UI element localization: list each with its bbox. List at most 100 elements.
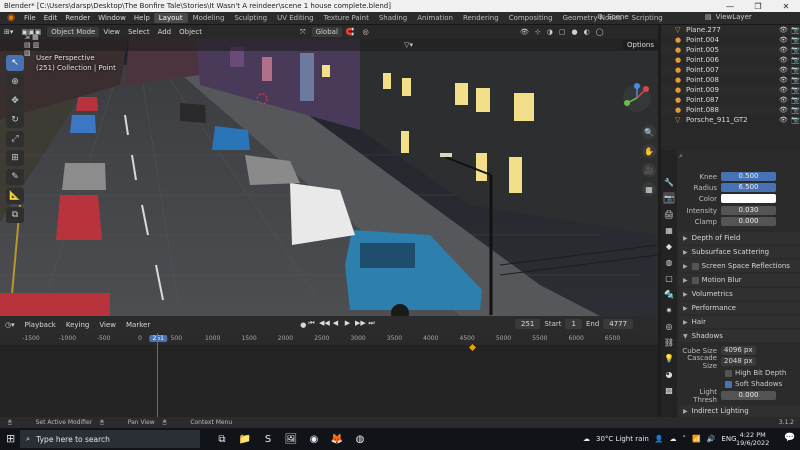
data-tab-icon[interactable]: 💡 bbox=[663, 352, 675, 364]
maximize-button[interactable]: ❐ bbox=[744, 2, 772, 11]
eye-visibility-icon[interactable]: 👁 bbox=[779, 86, 788, 94]
view-layer-name[interactable]: ViewLayer bbox=[716, 13, 752, 21]
move-tool-icon[interactable]: ✥ bbox=[6, 93, 24, 109]
render-visibility-icon[interactable]: 📷 bbox=[791, 106, 800, 114]
end-frame-field[interactable]: 4777 bbox=[603, 319, 634, 329]
section-shadows[interactable]: ▼ Shadows bbox=[679, 330, 800, 342]
outliner-item[interactable]: ● Point.008 👁 📷 bbox=[661, 75, 800, 85]
timeline-editor-icon[interactable]: ◷▾ bbox=[0, 321, 20, 329]
play-reverse-icon[interactable]: ◀ bbox=[331, 319, 340, 329]
object-tab-icon[interactable]: ▢ bbox=[663, 272, 675, 284]
tab-uv-editing[interactable]: UV Editing bbox=[272, 13, 319, 23]
physics-tab-icon[interactable]: ◎ bbox=[663, 320, 675, 332]
eye-visibility-icon[interactable]: 👁 bbox=[779, 106, 788, 114]
menu-file[interactable]: File bbox=[20, 14, 40, 22]
texture-tab-icon[interactable]: ▩ bbox=[663, 384, 675, 396]
taskbar-clock[interactable]: 4:22 PM 19/6/2022 bbox=[736, 431, 769, 447]
constraints-tab-icon[interactable]: ⛓ bbox=[663, 336, 675, 348]
perspective-grid-icon[interactable]: ▦ bbox=[642, 182, 656, 196]
timeline-view-menu[interactable]: View bbox=[94, 321, 121, 329]
section-hair[interactable]: ▶ Hair bbox=[679, 316, 800, 328]
taskbar-search[interactable]: ⌕ Type here to search bbox=[20, 430, 200, 448]
next-key-icon[interactable]: ▶▶ bbox=[355, 319, 366, 329]
section-depth-of-field[interactable]: ▶ Depth of Field bbox=[679, 232, 800, 244]
playback-menu[interactable]: Playback bbox=[20, 321, 61, 329]
language-indicator[interactable]: ENG bbox=[721, 435, 736, 443]
tab-layout[interactable]: Layout bbox=[153, 13, 188, 23]
outliner-item[interactable]: ● Point.005 👁 📷 bbox=[661, 45, 800, 55]
blender-taskbar-icon[interactable]: ◍ bbox=[352, 431, 368, 447]
filter-icon[interactable]: ▽▾ bbox=[404, 41, 413, 49]
tab-modeling[interactable]: Modeling bbox=[188, 13, 230, 23]
scene-name[interactable]: Scene bbox=[607, 13, 628, 21]
render-visibility-icon[interactable]: 📷 bbox=[791, 116, 800, 124]
properties-search[interactable]: ⌕ bbox=[679, 152, 800, 160]
eye-visibility-icon[interactable]: 👁 bbox=[779, 116, 788, 124]
play-icon[interactable]: ▶ bbox=[343, 319, 352, 329]
zoom-icon[interactable]: 🔍 bbox=[642, 125, 656, 139]
proportional-edit-icon[interactable]: ◎ bbox=[359, 28, 373, 36]
particles-tab-icon[interactable]: ✷ bbox=[663, 304, 675, 316]
tab-rendering[interactable]: Rendering bbox=[458, 13, 504, 23]
outliner-item[interactable]: ● Point.009 👁 📷 bbox=[661, 85, 800, 95]
shading-solid-icon[interactable]: ● bbox=[572, 28, 578, 36]
eye-visibility-icon[interactable]: 👁 bbox=[779, 66, 788, 74]
knee-field[interactable]: 0.500 bbox=[721, 172, 776, 181]
menu-window[interactable]: Window bbox=[94, 14, 130, 22]
shading-material-icon[interactable]: ◐ bbox=[584, 28, 590, 36]
orientation-dropdown[interactable]: Global bbox=[311, 27, 342, 37]
minimize-button[interactable]: — bbox=[716, 2, 744, 11]
object-menu[interactable]: Object bbox=[175, 28, 206, 36]
eye-visibility-icon[interactable]: 👁 bbox=[779, 46, 788, 54]
timeline-editor[interactable]: ◷▾ Playback Keying View Marker ● ⏮ ◀◀ ◀ … bbox=[0, 316, 658, 417]
outliner[interactable]: ▽ Plane.277 👁 📷 ● Point.004 👁 📷 ● Point.005 👁 📷 ● Poi… bbox=[661, 25, 800, 150]
blender-logo-icon[interactable]: ◉ bbox=[4, 13, 18, 23]
outliner-item[interactable]: ● Point.007 👁 📷 bbox=[661, 65, 800, 75]
prev-key-icon[interactable]: ◀◀ bbox=[319, 319, 330, 329]
playhead[interactable] bbox=[157, 333, 158, 417]
tab-scripting[interactable]: Scripting bbox=[627, 13, 668, 23]
render-visibility-icon[interactable]: 📷 bbox=[791, 66, 800, 74]
render-tab-icon[interactable]: 📷 bbox=[663, 192, 675, 204]
skype-icon[interactable]: S bbox=[260, 431, 276, 447]
notifications-icon[interactable]: 💬 bbox=[784, 433, 795, 443]
properties-editor[interactable]: 🔧 📷 🖨 ▦ ◆ ◍ ▢ 🔩 ✷ ◎ ⛓ 💡 ◕ ▩ ⌕ Knee 0.500… bbox=[661, 150, 800, 417]
tab-compositing[interactable]: Compositing bbox=[504, 13, 558, 23]
tool-tab-icon[interactable]: 🔧 bbox=[663, 176, 675, 188]
eye-visibility-icon[interactable]: 👁 bbox=[779, 96, 788, 104]
chrome-icon[interactable]: ◉ bbox=[306, 431, 322, 447]
keying-menu[interactable]: Keying bbox=[61, 321, 95, 329]
section-volumetrics[interactable]: ▶ Volumetrics bbox=[679, 288, 800, 300]
timeline-track-area[interactable] bbox=[0, 345, 658, 417]
render-visibility-icon[interactable]: 📷 bbox=[791, 86, 800, 94]
cascade-size-dropdown[interactable]: 2048 px bbox=[721, 357, 756, 366]
view-layer-selector[interactable]: ▤ ViewLayer bbox=[705, 13, 752, 21]
jump-end-icon[interactable]: ⏭ bbox=[367, 319, 376, 329]
outliner-item[interactable]: ● Point.087 👁 📷 bbox=[661, 95, 800, 105]
section-indirect-lighting[interactable]: ▶ Indirect Lighting bbox=[679, 405, 800, 417]
start-frame-field[interactable]: 1 bbox=[565, 319, 582, 329]
view-layer-tab-icon[interactable]: ▦ bbox=[663, 224, 675, 236]
section-subsurface-scattering[interactable]: ▶ Subsurface Scattering bbox=[679, 246, 800, 258]
editor-type-icon[interactable]: ⊞▾ bbox=[0, 28, 17, 36]
camera-view-icon[interactable]: 🎥 bbox=[642, 163, 656, 177]
gizmo-toggle-icon[interactable]: ⊹ bbox=[535, 28, 541, 36]
select-tool-icon[interactable]: ↖ bbox=[6, 55, 24, 71]
rotate-tool-icon[interactable]: ↻ bbox=[6, 112, 24, 128]
tab-sculpting[interactable]: Sculpting bbox=[229, 13, 272, 23]
tab-shading[interactable]: Shading bbox=[374, 13, 412, 23]
menu-help[interactable]: Help bbox=[130, 14, 154, 22]
modifier-tab-icon[interactable]: 🔩 bbox=[663, 288, 675, 300]
menu-edit[interactable]: Edit bbox=[40, 14, 62, 22]
motion-blur-checkbox[interactable] bbox=[691, 276, 699, 284]
scene-selector[interactable]: ⚙ Scene bbox=[597, 13, 629, 21]
cube-size-dropdown[interactable]: 4096 px bbox=[721, 346, 756, 355]
frame-ruler[interactable]: -1500 -1000 -500 0 251 500 1000 1500 2000 2500 300… bbox=[0, 333, 658, 345]
ssr-checkbox[interactable] bbox=[691, 262, 699, 270]
shading-rendered-icon[interactable]: ◯ bbox=[596, 28, 604, 36]
eye-visibility-icon[interactable]: 👁 bbox=[779, 56, 788, 64]
snap-icon[interactable]: 🧲 bbox=[342, 28, 359, 36]
menu-render[interactable]: Render bbox=[61, 14, 94, 22]
onedrive-icon[interactable]: ☁ bbox=[669, 435, 676, 443]
current-frame-field[interactable]: 251 bbox=[515, 319, 541, 329]
